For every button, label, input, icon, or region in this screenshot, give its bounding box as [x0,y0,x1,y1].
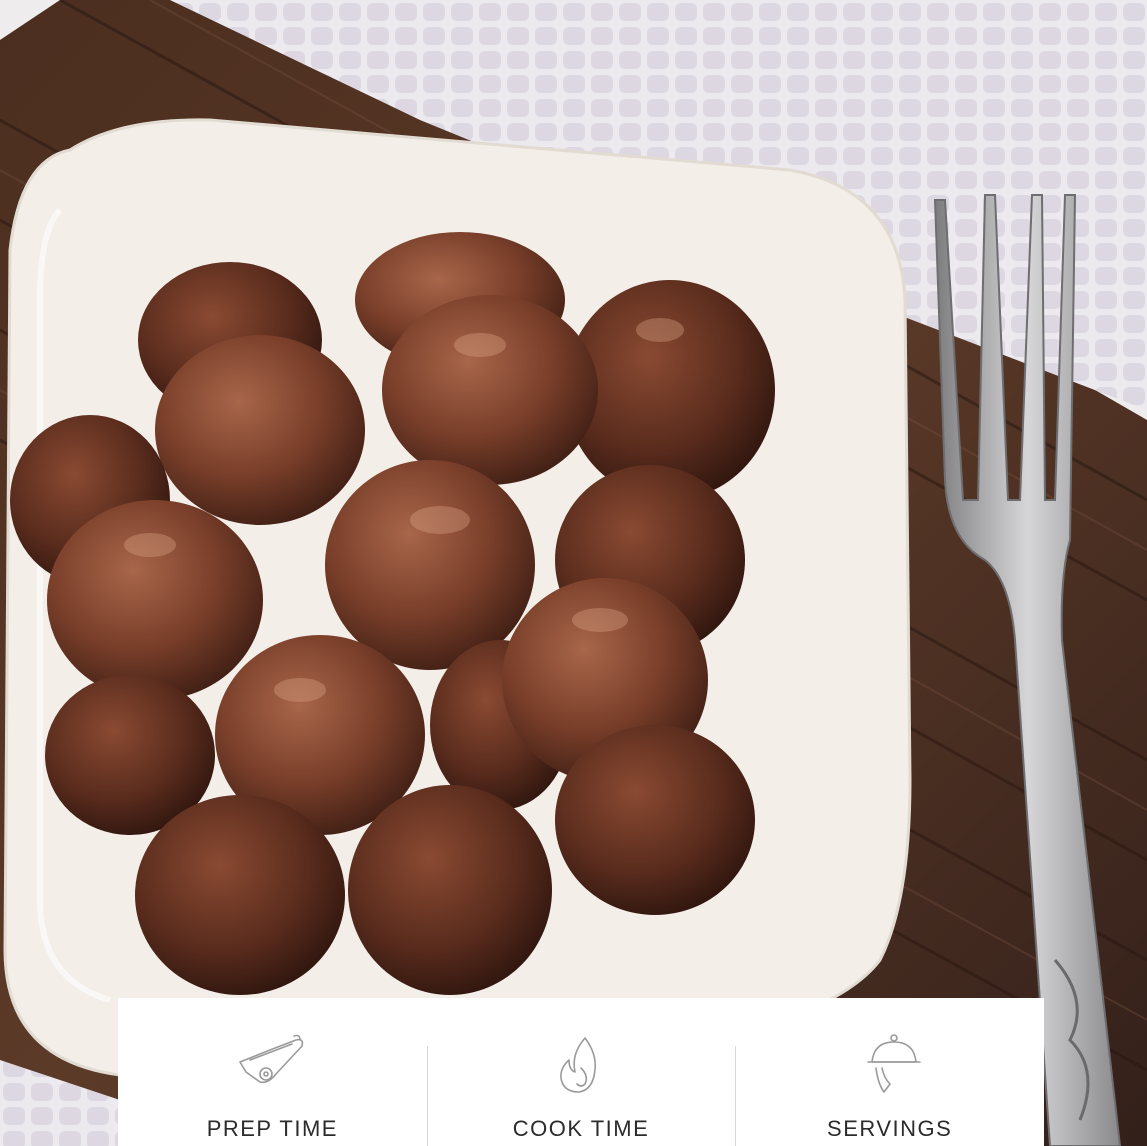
prep-time-label: PREP TIME [206,1116,338,1141]
serving-cloche-icon [866,1034,921,1093]
flame-icon [560,1037,597,1093]
recipe-info-card: PREP TIME COOK TIME SERVINGS [118,998,1044,1146]
food-photo [0,0,1147,1146]
prep-time-section: PREP TIME [118,998,427,1146]
servings-label: SERVINGS [827,1116,953,1141]
cutting-board-icon [239,1034,304,1084]
cook-time-label: COOK TIME [512,1116,650,1141]
cook-time-section: COOK TIME [426,998,736,1146]
servings-section: SERVINGS [735,998,1044,1146]
